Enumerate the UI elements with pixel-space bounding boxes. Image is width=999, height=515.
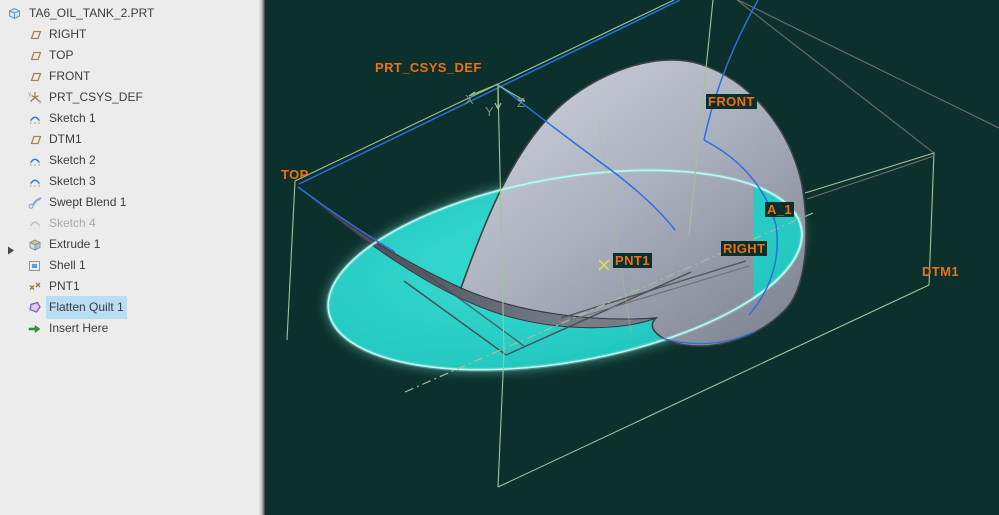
- tree-item-label: Extrude 1: [49, 237, 101, 251]
- tree-item-pnt1[interactable]: PNT1: [0, 276, 259, 297]
- sketch-icon: [28, 112, 46, 125]
- svg-text:x: x: [39, 100, 42, 105]
- label-top-plane[interactable]: TOP: [281, 167, 309, 182]
- insert-here-icon: [28, 323, 46, 335]
- tree-item-label: TA6_OIL_TANK_2.PRT: [29, 6, 155, 20]
- tree-item-top-plane[interactable]: TOP: [0, 45, 259, 66]
- datum-plane-icon: [28, 134, 46, 146]
- tree-item-label: FRONT: [49, 69, 91, 83]
- tree-item-sketch1[interactable]: Sketch 1: [0, 108, 259, 129]
- 3d-viewport[interactable]: PRT_CSYS_DEF TOP FRONT A_1 RIGHT PNT1 DT…: [265, 0, 999, 515]
- sketch-icon: [28, 217, 46, 230]
- axis-y-label: Y: [485, 104, 494, 119]
- svg-text:y: y: [29, 92, 32, 98]
- tree-item-label: Shell 1: [49, 258, 86, 272]
- label-axis-a1[interactable]: A_1: [765, 202, 795, 217]
- datum-plane-icon: [28, 29, 46, 41]
- axis-z-label: Z: [517, 95, 525, 110]
- tree-item-sketch4-suppressed[interactable]: Sketch 4: [0, 213, 259, 234]
- tree-item-csys[interactable]: yx PRT_CSYS_DEF: [0, 87, 259, 108]
- tree-item-label: Insert Here: [49, 321, 109, 335]
- tree-item-sketch3[interactable]: Sketch 3: [0, 171, 259, 192]
- datum-point-icon: [28, 281, 46, 293]
- sketch-icon: [28, 154, 46, 167]
- tree-item-part-root[interactable]: TA6_OIL_TANK_2.PRT: [0, 3, 259, 24]
- label-front-plane[interactable]: FRONT: [706, 94, 757, 109]
- datum-plane-icon: [28, 71, 46, 83]
- model-tree-panel: TA6_OIL_TANK_2.PRT RIGHT TOP FRONT yx PR…: [0, 0, 259, 515]
- tree-item-label: PNT1: [49, 279, 80, 293]
- expand-arrow-icon[interactable]: [7, 240, 15, 255]
- tree-item-label: Sketch 1: [49, 111, 96, 125]
- label-pnt1[interactable]: PNT1: [613, 253, 652, 268]
- csys-icon: yx: [28, 91, 46, 105]
- axis-x-label: X: [465, 92, 474, 107]
- tree-item-dtm1[interactable]: DTM1: [0, 129, 259, 150]
- creo-window: { "window": { "title": "TA6_OIL_TANK_2.P…: [0, 0, 999, 515]
- tree-item-front-plane[interactable]: FRONT: [0, 66, 259, 87]
- tree-item-label: Sketch 2: [49, 153, 96, 167]
- tree-item-swept-blend[interactable]: Swept Blend 1: [0, 192, 259, 213]
- extrude-icon: [28, 238, 46, 251]
- part-icon: [8, 7, 26, 20]
- tree-item-flatten-quilt[interactable]: Flatten Quilt 1: [0, 296, 259, 319]
- tree-item-insert-here[interactable]: Insert Here: [0, 318, 259, 339]
- tree-item-label-selected: Flatten Quilt 1: [46, 296, 127, 319]
- tree-item-label: PRT_CSYS_DEF: [49, 90, 143, 104]
- tree-item-label: Swept Blend 1: [49, 195, 127, 209]
- tree-item-sketch2[interactable]: Sketch 2: [0, 150, 259, 171]
- flatten-quilt-icon: [28, 301, 46, 314]
- swept-blend-icon: [28, 196, 46, 209]
- shell-icon: [28, 260, 46, 272]
- tree-item-label: Sketch 4: [49, 216, 96, 230]
- tree-item-label: Sketch 3: [49, 174, 96, 188]
- label-prt-csys-def[interactable]: PRT_CSYS_DEF: [375, 60, 482, 75]
- tree-item-shell1[interactable]: Shell 1: [0, 255, 259, 276]
- sketch-icon: [28, 175, 46, 188]
- tree-item-extrude1[interactable]: Extrude 1: [0, 234, 259, 255]
- tree-item-right-plane[interactable]: RIGHT: [0, 24, 259, 45]
- label-right-plane[interactable]: RIGHT: [721, 241, 768, 256]
- tree-item-label: TOP: [49, 48, 74, 62]
- tree-item-label: RIGHT: [49, 27, 87, 41]
- tree-item-label: DTM1: [49, 132, 82, 146]
- datum-plane-icon: [28, 50, 46, 62]
- label-dtm1[interactable]: DTM1: [922, 264, 959, 279]
